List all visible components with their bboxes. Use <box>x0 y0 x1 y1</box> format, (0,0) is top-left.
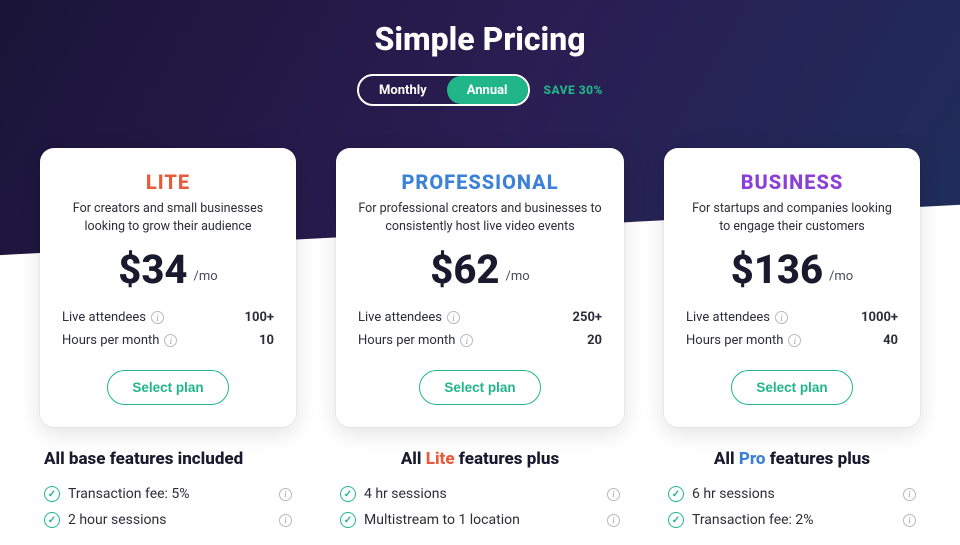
check-icon: ✓ <box>340 486 356 502</box>
stat-label-hours: Hours per month <box>358 333 455 348</box>
plan-column-business: BUSINESS For startups and companies look… <box>664 148 920 533</box>
select-plan-button-pro[interactable]: Select plan <box>419 370 540 405</box>
info-icon[interactable]: i <box>460 334 473 347</box>
info-icon[interactable]: i <box>151 311 164 324</box>
check-icon: ✓ <box>44 512 60 528</box>
check-icon: ✓ <box>340 512 356 528</box>
stat-value-attendees-lite: 100+ <box>245 310 274 325</box>
plan-price-business: $136 <box>731 250 823 290</box>
feature-row: ✓ Multistream to 1 location i <box>340 507 620 533</box>
stat-value-hours-business: 40 <box>883 333 898 348</box>
page-title: Simple Pricing <box>0 0 960 58</box>
price-period: /mo <box>829 269 853 290</box>
check-icon: ✓ <box>668 512 684 528</box>
plan-desc-lite: For creators and small businesses lookin… <box>62 200 274 236</box>
feature-text: 4 hr sessions <box>364 486 447 502</box>
plan-desc-pro: For professional creators and businesses… <box>358 200 602 236</box>
plan-column-lite: LITE For creators and small businesses l… <box>40 148 296 533</box>
info-icon[interactable]: i <box>775 311 788 324</box>
feature-row: ✓ 4 hr sessions i <box>340 481 620 507</box>
plan-desc-business: For startups and companies looking to en… <box>686 200 898 236</box>
price-period: /mo <box>194 269 218 290</box>
feature-text: Multistream to 1 location <box>364 512 520 528</box>
price-period: /mo <box>506 269 530 290</box>
plan-price-pro: $62 <box>430 250 499 290</box>
feature-row: ✓ 6 hr sessions i <box>668 481 916 507</box>
info-icon[interactable]: i <box>447 311 460 324</box>
stat-label-attendees: Live attendees <box>62 310 146 325</box>
stat-label-hours: Hours per month <box>62 333 159 348</box>
plan-card-lite: LITE For creators and small businesses l… <box>40 148 296 427</box>
features-title-pro: All Lite features plus <box>340 449 620 469</box>
stat-value-hours-pro: 20 <box>587 333 602 348</box>
info-icon[interactable]: i <box>607 514 620 527</box>
stat-value-hours-lite: 10 <box>259 333 274 348</box>
select-plan-button-lite[interactable]: Select plan <box>107 370 228 405</box>
features-business: All Pro features plus ✓ 6 hr sessions i ✓… <box>664 449 920 533</box>
stat-value-attendees-business: 1000+ <box>861 310 898 325</box>
toggle-monthly[interactable]: Monthly <box>359 76 447 104</box>
plan-column-pro: PROFESSIONAL For professional creators a… <box>336 148 624 533</box>
info-icon[interactable]: i <box>164 334 177 347</box>
info-icon[interactable]: i <box>788 334 801 347</box>
plan-name-business: BUSINESS <box>686 170 898 194</box>
feature-row: ✓ 2 hour sessions i <box>44 507 292 533</box>
plan-card-pro: PROFESSIONAL For professional creators a… <box>336 148 624 427</box>
info-icon[interactable]: i <box>279 514 292 527</box>
feature-text: Transaction fee: 5% <box>68 486 190 502</box>
plan-name-pro: PROFESSIONAL <box>358 170 602 194</box>
feature-text: Transaction fee: 2% <box>692 512 814 528</box>
info-icon[interactable]: i <box>903 488 916 501</box>
save-badge: SAVE 30% <box>544 83 603 97</box>
toggle-annual[interactable]: Annual <box>447 76 528 104</box>
plan-price-lite: $34 <box>118 250 187 290</box>
info-icon[interactable]: i <box>607 488 620 501</box>
stat-label-attendees: Live attendees <box>358 310 442 325</box>
billing-toggle-row: Monthly Annual SAVE 30% <box>0 74 960 106</box>
check-icon: ✓ <box>44 486 60 502</box>
feature-row: ✓ Transaction fee: 2% i <box>668 507 916 533</box>
billing-toggle: Monthly Annual <box>357 74 529 106</box>
feature-text: 6 hr sessions <box>692 486 775 502</box>
info-icon[interactable]: i <box>279 488 292 501</box>
features-pro: All Lite features plus ✓4 hr sessions i … <box>336 449 624 533</box>
plan-name-lite: LITE <box>62 170 274 194</box>
features-title-business: All Pro features plus <box>668 449 916 469</box>
stat-label-hours: Hours per month <box>686 333 783 348</box>
plan-card-business: BUSINESS For startups and companies look… <box>664 148 920 427</box>
stat-label-attendees: Live attendees <box>686 310 770 325</box>
stat-value-attendees-pro: 250+ <box>573 310 602 325</box>
info-icon[interactable]: i <box>903 514 916 527</box>
features-title-lite: All base features included <box>44 449 292 469</box>
check-icon: ✓ <box>668 486 684 502</box>
feature-text: 2 hour sessions <box>68 512 166 528</box>
pricing-cards: LITE For creators and small businesses l… <box>0 148 960 533</box>
features-lite: All base features included ✓ Transaction … <box>40 449 296 533</box>
feature-row: ✓ Transaction fee: 5% i <box>44 481 292 507</box>
select-plan-button-business[interactable]: Select plan <box>731 370 852 405</box>
